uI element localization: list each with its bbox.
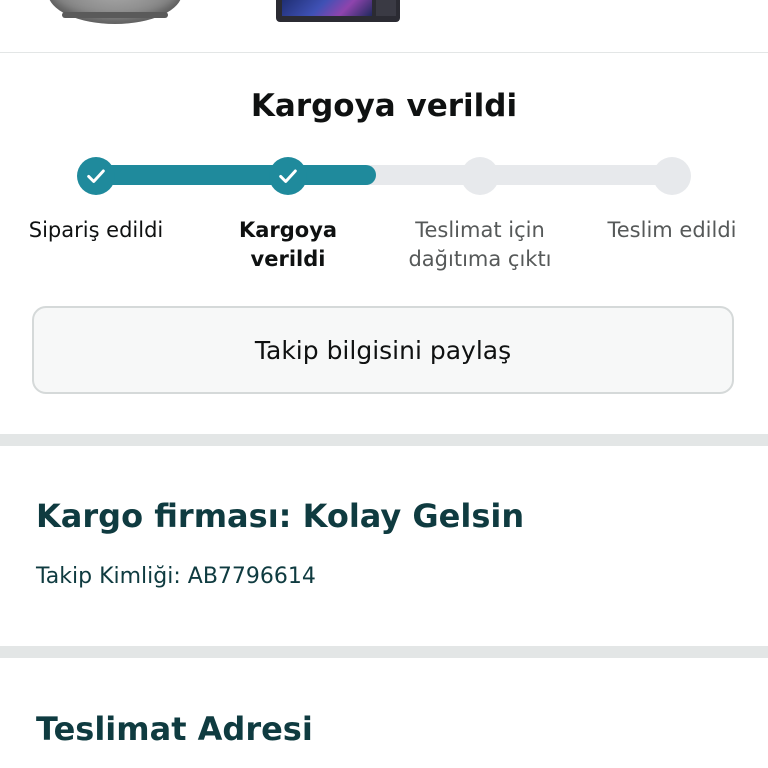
shipment-status-title: Kargoya verildi: [250, 88, 518, 124]
section-divider: [0, 646, 768, 658]
section-divider: [0, 434, 768, 446]
step-delivered-dot: [653, 157, 691, 195]
step-out-for-delivery-dot: [461, 157, 499, 195]
step-label-shipped: Kargoya verildi: [238, 218, 338, 271]
order-tracking-page: Kargoya verildi Sipariş edildi Kargoya v…: [0, 0, 768, 768]
display-side: [376, 0, 396, 16]
step-label-out-for-delivery: Teslimat için dağıtıma çıktı: [408, 218, 552, 271]
smart-display-image[interactable]: [276, 0, 400, 22]
smart-speaker-image[interactable]: [48, 0, 182, 24]
step-label-delivered: Teslim edildi: [607, 218, 737, 242]
carrier-title: Kargo firması: Kolay Gelsin: [36, 497, 525, 535]
progress-track-fill: [96, 165, 376, 185]
step-shipped-check-icon: [269, 157, 307, 195]
progress-track: [96, 165, 674, 185]
delivery-address-title: Teslimat Adresi: [36, 710, 313, 748]
step-label-ordered: Sipariş edildi: [28, 218, 164, 242]
display-screen: [282, 0, 372, 16]
product-images-strip: [0, 0, 768, 53]
tracking-id: Takip Kimliği: AB7796614: [36, 564, 316, 589]
step-ordered-check-icon: [77, 157, 115, 195]
share-tracking-button[interactable]: Takip bilgisini paylaş: [32, 306, 734, 394]
